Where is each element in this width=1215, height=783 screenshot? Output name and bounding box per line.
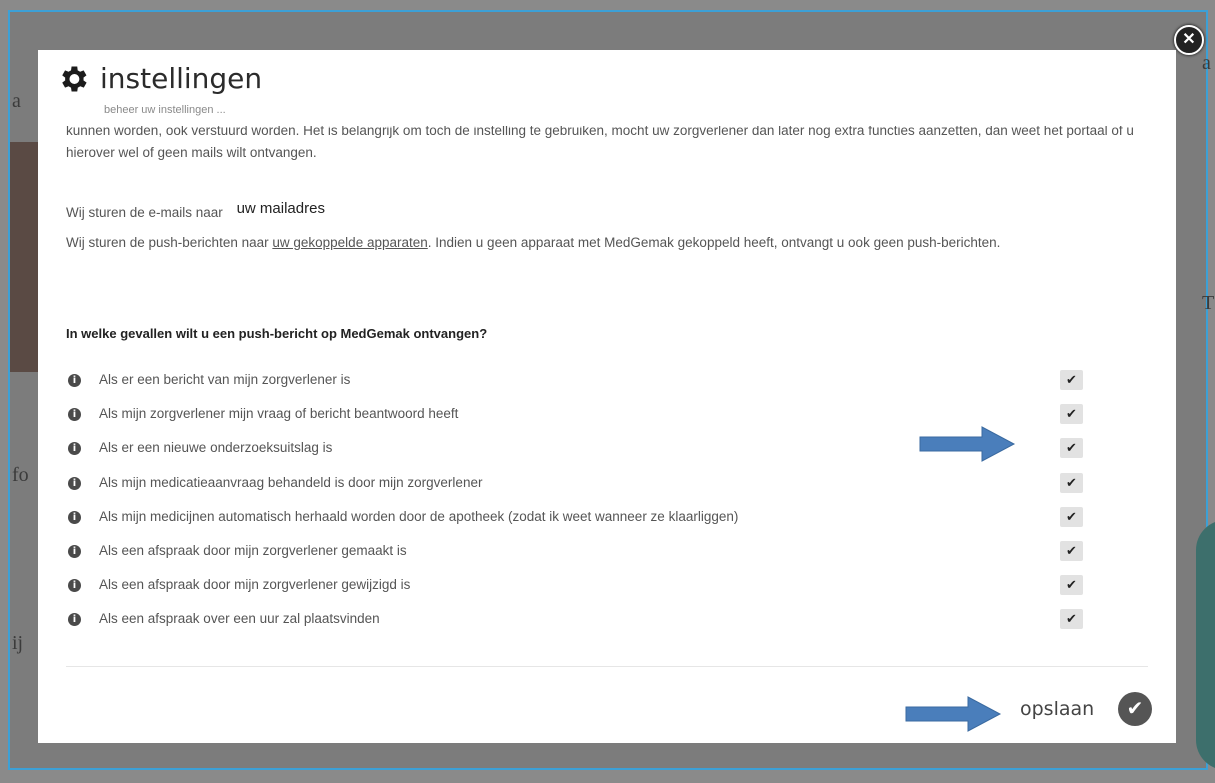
background-text: a (12, 90, 21, 112)
option-row: i Als een afspraak over een uur zal plaa… (66, 609, 1126, 637)
save-label: opslaan (1020, 698, 1095, 720)
option-checkbox[interactable]: ✔ (1060, 609, 1083, 629)
option-checkbox[interactable]: ✔ (1060, 575, 1083, 595)
mail-address: uw mailadres (236, 200, 325, 217)
push-paragraph: Wij sturen de push-berichten naar uw gek… (66, 232, 1136, 254)
option-row: i Als een afspraak door mijn zorgverlene… (66, 575, 1126, 603)
background-text: fo (12, 464, 29, 486)
background-text: a (1202, 52, 1211, 74)
background-panel (1196, 520, 1215, 770)
option-row: i Als mijn medicijnen automatisch herhaa… (66, 507, 1126, 535)
push-prefix: Wij sturen de push-berichten naar (66, 235, 269, 250)
info-icon[interactable]: i (68, 477, 81, 490)
option-label: Als er een bericht van mijn zorgverlener… (99, 372, 351, 387)
option-label: Als er een nieuwe onderzoeksuitslag is (99, 440, 333, 455)
info-icon[interactable]: i (68, 408, 81, 421)
background-image (10, 142, 38, 372)
option-checkbox[interactable]: ✔ (1060, 507, 1083, 527)
linked-devices-link[interactable]: uw gekoppelde apparaten (272, 235, 427, 250)
modal-header: instellingen beheer uw instellingen ... (38, 50, 1176, 126)
push-question: In welke gevallen wilt u een push-berich… (66, 326, 488, 341)
mail-line: Wij sturen de e-mails naar uw mailadres (66, 200, 325, 221)
push-suffix: . Indien u geen apparaat met MedGemak ge… (427, 235, 1001, 250)
info-icon[interactable]: i (68, 511, 81, 524)
mail-prefix: Wij sturen de e-mails naar (66, 205, 223, 220)
option-checkbox[interactable]: ✔ (1060, 473, 1083, 493)
info-icon[interactable]: i (68, 613, 81, 626)
close-icon[interactable]: ✕ (1174, 25, 1204, 55)
option-checkbox[interactable]: ✔ (1060, 438, 1083, 458)
option-row: i Als er een bericht van mijn zorgverlen… (66, 370, 1126, 398)
arrow-right-icon (905, 696, 1002, 732)
gear-icon (62, 66, 87, 92)
background-text: T (1202, 292, 1215, 314)
option-checkbox[interactable]: ✔ (1060, 404, 1083, 424)
option-label: Als mijn medicijnen automatisch herhaald… (99, 509, 739, 524)
option-label: Als mijn medicatieaanvraag behandeld is … (99, 475, 483, 490)
option-checkbox[interactable]: ✔ (1060, 370, 1083, 390)
option-label: Als een afspraak door mijn zorgverlener … (99, 577, 411, 592)
option-checkbox[interactable]: ✔ (1060, 541, 1083, 561)
intro-paragraph: kunnen worden, ook verstuurd worden. Het… (66, 123, 1134, 160)
option-row: i Als mijn medicatieaanvraag behandeld i… (66, 473, 1126, 501)
option-label: Als een afspraak over een uur zal plaats… (99, 611, 380, 626)
check-icon: ✔ (1118, 692, 1152, 726)
option-label: Als mijn zorgverlener mijn vraag of beri… (99, 406, 459, 421)
modal-title: instellingen (100, 62, 263, 95)
info-icon[interactable]: i (68, 442, 81, 455)
option-label: Als een afspraak door mijn zorgverlener … (99, 543, 407, 558)
option-row: i Als een afspraak door mijn zorgverlene… (66, 541, 1126, 569)
info-icon[interactable]: i (68, 374, 81, 387)
settings-modal: instellingen beheer uw instellingen ... … (38, 50, 1176, 743)
footer-divider (66, 666, 1148, 667)
background-text: ij (12, 632, 24, 654)
arrow-right-icon (919, 426, 1016, 462)
info-icon[interactable]: i (68, 545, 81, 558)
info-icon[interactable]: i (68, 579, 81, 592)
modal-subtitle: beheer uw instellingen ... (104, 104, 226, 116)
